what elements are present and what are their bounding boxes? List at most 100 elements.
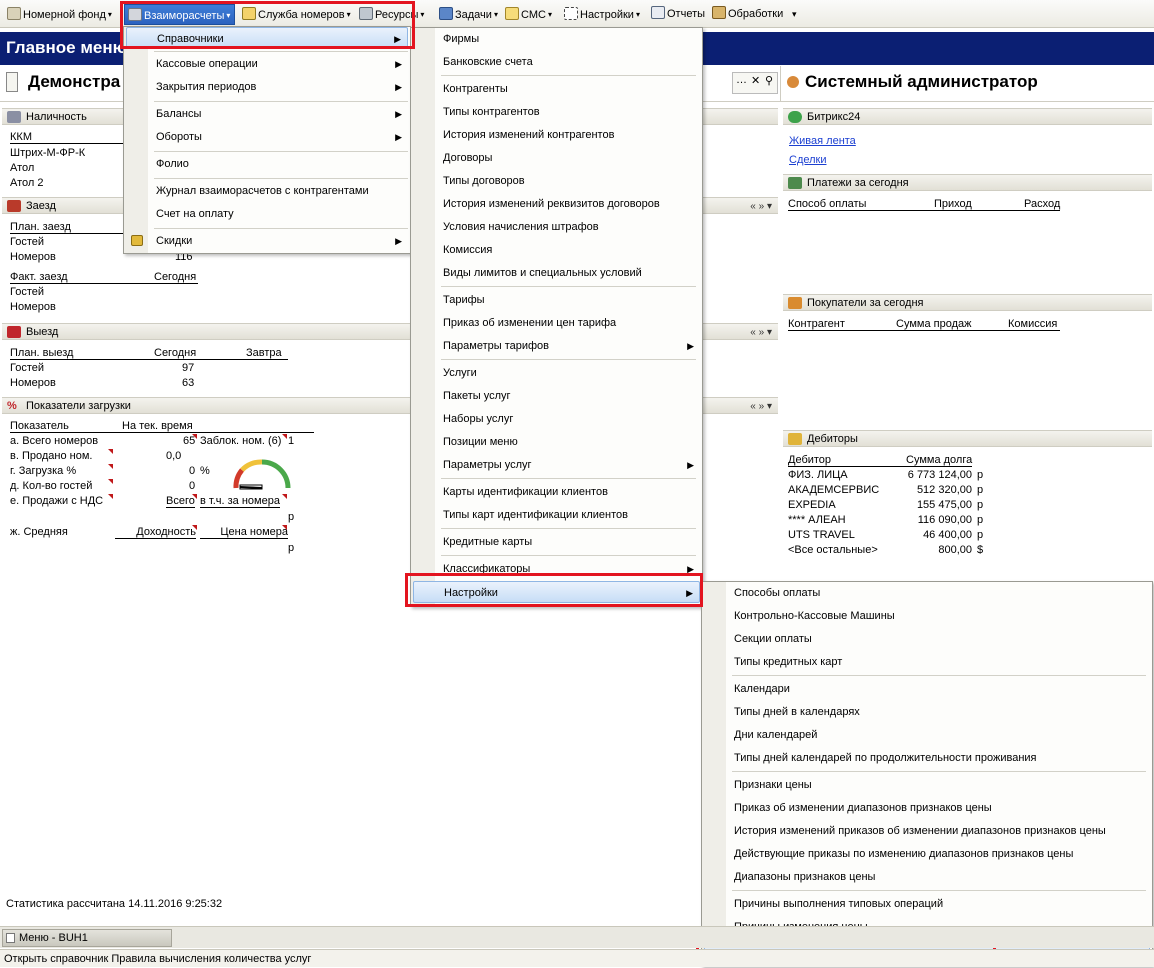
handshake-icon: [788, 297, 802, 309]
status-bar: Открыть справочник Правила вычисления ко…: [0, 949, 1154, 967]
close-icon[interactable]: ✕: [751, 74, 760, 87]
menu-item[interactable]: История изменений контрагентов: [413, 124, 700, 146]
menu-item-period-closing[interactable]: Закрытия периодов ▶: [126, 76, 408, 98]
menu-item[interactable]: Типы карт идентификации клиентов: [413, 504, 700, 526]
link-live-feed[interactable]: Живая лента: [789, 135, 856, 147]
menu-item[interactable]: Причины выполнения типовых операций: [704, 893, 1150, 915]
menu-item[interactable]: Условия начисления штрафов: [413, 216, 700, 238]
menu-item[interactable]: Тарифы: [413, 289, 700, 311]
menu-item[interactable]: Договоры: [413, 147, 700, 169]
menu-settings[interactable]: Настройки ▾: [561, 4, 640, 25]
avg-col: Доходность: [115, 526, 196, 539]
menu-item[interactable]: История изменений приказов об изменении …: [704, 820, 1150, 842]
panel-controls[interactable]: « » ▾: [750, 324, 772, 341]
note-marker: [282, 494, 287, 499]
menu-processing[interactable]: Обработки: [709, 4, 783, 25]
menubar-overflow-icon[interactable]: ▾: [789, 4, 797, 25]
checkout-header: План. выезд Сегодня Завтра: [10, 347, 288, 360]
menu-item-settlements-journal[interactable]: Журнал взаиморасчетов с контрагентами: [126, 180, 408, 202]
menu-item-references[interactable]: Справочники ▶: [126, 27, 408, 49]
menu-item[interactable]: Приказ об изменении цен тарифа: [413, 312, 700, 334]
taskbar-tab[interactable]: Меню - BUH1: [2, 929, 172, 947]
load-extra: Заблок. ном. (6): [200, 435, 282, 447]
link-deals[interactable]: Сделки: [789, 154, 827, 166]
stat-text: Статистика рассчитана 14.11.2016 9:25:32: [6, 898, 223, 910]
menu-item[interactable]: Классификаторы ▶: [413, 558, 700, 580]
menu-item-folio[interactable]: Фолио: [126, 153, 408, 175]
note-marker: [108, 479, 113, 484]
panel-controls[interactable]: « » ▾: [750, 198, 772, 215]
debtor-amount: 116 090,00: [917, 514, 972, 526]
menu-item[interactable]: Календари: [704, 678, 1150, 700]
panel-debtors-title: Дебиторы: [807, 433, 858, 445]
menu-room-fund[interactable]: Номерной фонд ▾: [4, 4, 112, 25]
payments-icon: [788, 177, 802, 189]
menu-item[interactable]: Банковские счета: [413, 51, 700, 73]
menu-item[interactable]: Типы контрагентов: [413, 101, 700, 123]
menu-item[interactable]: Способы оплаты: [704, 582, 1150, 604]
document-icon: [6, 72, 18, 92]
menu-separator: [732, 771, 1146, 772]
menu-item[interactable]: Настройки ▶: [413, 581, 700, 603]
menu-item[interactable]: Признаки цены: [704, 774, 1150, 796]
menu-item[interactable]: Типы кредитных карт: [704, 651, 1150, 673]
panel-bitrix-title: Битрикс24: [807, 111, 861, 123]
menu-separator: [732, 675, 1146, 676]
tasks-icon: [439, 7, 453, 20]
menu-item[interactable]: Пакеты услуг: [413, 385, 700, 407]
menu-reports[interactable]: Отчеты: [648, 4, 705, 25]
menu-item[interactable]: Приказ об изменении диапазонов признаков…: [704, 797, 1150, 819]
menu-item[interactable]: История изменений реквизитов договоров: [413, 193, 700, 215]
menu-item[interactable]: Фирмы: [413, 28, 700, 50]
menu-item[interactable]: Виды лимитов и специальных условий: [413, 262, 700, 284]
submenu-arrow-icon: ▶: [686, 588, 693, 598]
menu-tasks[interactable]: Задачи ▾: [436, 4, 498, 25]
load-label: в. Продано ном.: [10, 450, 93, 462]
menu-item[interactable]: Типы дней в календарях: [704, 701, 1150, 723]
user-name: Системный администратор: [805, 72, 1038, 91]
avg-col: Цена номера: [200, 526, 288, 539]
menu-item[interactable]: Параметры услуг ▶: [413, 454, 700, 476]
submenu-arrow-icon: ▶: [687, 564, 694, 574]
menu-room-service[interactable]: Служба номеров ▾: [239, 4, 351, 25]
note-marker: [108, 449, 113, 454]
menu-resources[interactable]: Ресурсы ▾: [356, 4, 424, 25]
menu-item-discounts[interactable]: Скидки ▶: [126, 230, 408, 252]
menu-item-invoice[interactable]: Счет на оплату: [126, 203, 408, 225]
menu-item[interactable]: Дни календарей: [704, 724, 1150, 746]
menu-item[interactable]: Параметры тарифов ▶: [413, 335, 700, 357]
more-icon[interactable]: …: [736, 74, 747, 86]
menu-item-cash-operations[interactable]: Кассовые операции ▶: [126, 53, 408, 75]
menu-item[interactable]: Услуги: [413, 362, 700, 384]
menu-item[interactable]: Комиссия: [413, 239, 700, 261]
menu-item[interactable]: Кредитные карты: [413, 531, 700, 553]
search-icon[interactable]: ⚲: [765, 74, 773, 87]
menu-item[interactable]: Секции оплаты: [704, 628, 1150, 650]
menu-item[interactable]: Контрольно-Кассовые Машины: [704, 605, 1150, 627]
menu-item[interactable]: Позиции меню: [413, 431, 700, 453]
settlements-icon: [128, 8, 142, 21]
menu-separator: [441, 478, 696, 479]
panel-checkin-title: Заезд: [26, 200, 56, 212]
menu-item[interactable]: Наборы услуг: [413, 408, 700, 430]
menu-item[interactable]: Действующие приказы по изменению диапазо…: [704, 843, 1150, 865]
menu-item-turnovers[interactable]: Обороты ▶: [126, 126, 408, 148]
avg-label: ж. Средняя: [10, 526, 68, 538]
debtor-amount: 155 475,00: [916, 499, 972, 511]
menu-item[interactable]: Диапазоны признаков цены: [704, 866, 1150, 888]
menu-item[interactable]: Контрагенты: [413, 78, 700, 100]
menu-settlements[interactable]: Взаиморасчеты ▾: [124, 4, 235, 25]
menu-item[interactable]: Карты идентификации клиентов: [413, 481, 700, 503]
panel-controls[interactable]: « » ▾: [750, 398, 772, 415]
checkout-label: Номеров: [10, 377, 56, 389]
menu-item[interactable]: Типы дней календарей по продолжительност…: [704, 747, 1150, 769]
menu-sms[interactable]: СМС ▾: [502, 4, 552, 25]
submenu-arrow-icon: ▶: [687, 341, 694, 351]
menu-item[interactable]: Типы договоров: [413, 170, 700, 192]
cash-row: Атол 2: [10, 177, 44, 189]
menubar: Номерной фонд ▾ Взаиморасчеты ▾ Служба ном…: [0, 0, 1154, 28]
checkin-fact-label: Гостей: [10, 286, 45, 298]
menu-item-balances[interactable]: Балансы ▶: [126, 103, 408, 125]
panel-buyers-header: Покупатели за сегодня: [783, 294, 1152, 311]
debtor-amount: 46 400,00: [923, 529, 972, 541]
